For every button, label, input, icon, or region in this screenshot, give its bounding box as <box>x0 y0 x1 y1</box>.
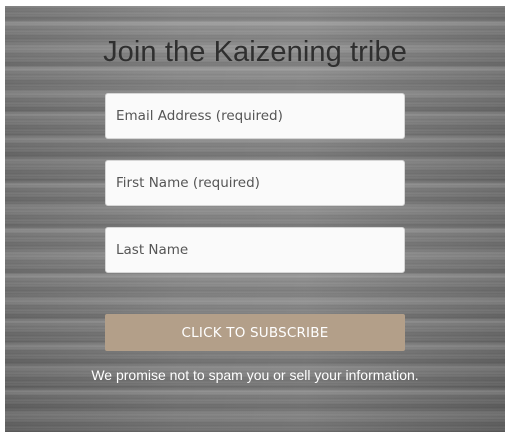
first-name-field[interactable] <box>105 160 405 206</box>
email-field[interactable] <box>105 93 405 139</box>
signup-panel: Join the Kaizening tribe CLICK TO SUBSCR… <box>5 6 505 432</box>
form-title: Join the Kaizening tribe <box>103 36 407 68</box>
privacy-note: We promise not to spam you or sell your … <box>91 367 419 383</box>
subscribe-button[interactable]: CLICK TO SUBSCRIBE <box>105 314 405 351</box>
last-name-field[interactable] <box>105 227 405 273</box>
